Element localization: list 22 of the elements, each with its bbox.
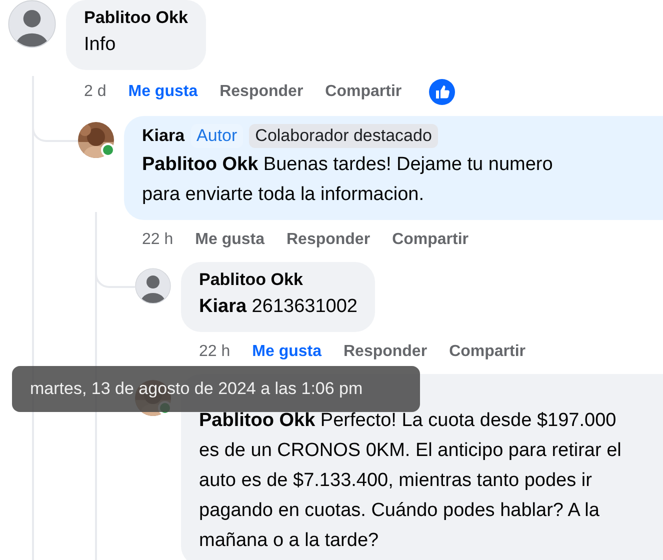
reply-button[interactable]: Responder xyxy=(286,231,370,249)
timestamp[interactable]: 22 h xyxy=(199,343,230,361)
reply-button[interactable]: Responder xyxy=(343,343,428,361)
like-button[interactable]: Me gusta xyxy=(128,83,198,101)
like-button[interactable]: Me gusta xyxy=(195,231,264,249)
comment-text: Kiara 2613631002 xyxy=(199,295,358,319)
like-button[interactable]: Me gusta xyxy=(252,343,322,361)
comment-text: Pablitoo Okk Buenas tardes! Dejame tu numero para enviarte toda la informacion. xyxy=(142,153,554,207)
share-button[interactable]: Compartir xyxy=(392,231,469,249)
share-button[interactable]: Compartir xyxy=(449,343,526,361)
contributor-badge: Colaborador destacado xyxy=(249,124,438,148)
timestamp[interactable]: 2 d xyxy=(84,83,106,101)
reply-button[interactable]: Responder xyxy=(220,83,304,101)
author-name: Pablitoo Okk xyxy=(84,8,188,28)
date-tooltip: martes, 13 de agosto de 2024 a las 1:06 pm xyxy=(12,366,420,412)
share-button[interactable]: Compartir xyxy=(325,83,402,101)
author-name: Kiara xyxy=(142,126,185,146)
author-label: Autor xyxy=(190,124,244,148)
timestamp[interactable]: 22 h xyxy=(142,231,174,249)
author-name: Pablitoo Okk xyxy=(199,270,303,290)
comment-text: Info xyxy=(84,33,117,57)
comment-text: Pablitoo Okk Perfecto! La cuota desde $197.000 es de un CRONOS 0KM. El anticipo para retirar el auto es de $7.133.400, mientras tanto podes ir pagando en cuotas. Cuándo podes hablar? A la mañana o a la tarde? xyxy=(199,409,622,553)
